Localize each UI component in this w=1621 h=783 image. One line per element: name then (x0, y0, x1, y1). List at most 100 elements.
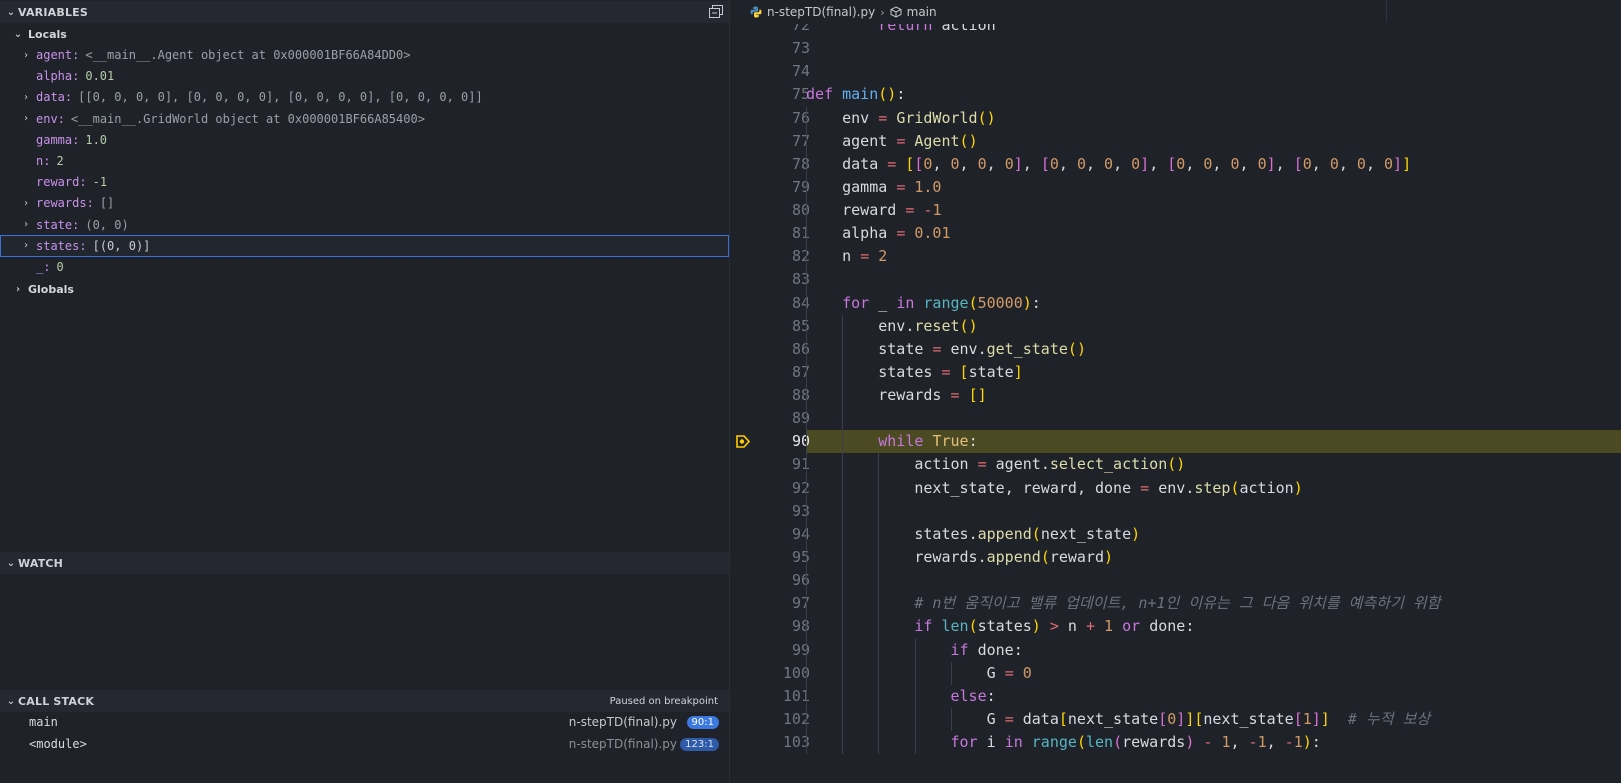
line-number: 75 (791, 85, 810, 104)
code-line-97[interactable]: 97 # n번 움직이고 밸류 업데이트, n+1인 이유는 그 다음 위치를 … (730, 592, 1621, 615)
code-line-91[interactable]: 91 action = agent.select_action() (730, 453, 1621, 476)
line-number: 94 (791, 524, 810, 543)
breadcrumb-file[interactable]: n-stepTD(final).py (767, 5, 875, 19)
chevron-right-icon: › (22, 91, 30, 103)
variable-row-gamma[interactable]: gamma:1.0 (0, 129, 729, 151)
chevron-down-icon: ⌄ (6, 6, 16, 18)
line-number: 95 (791, 547, 810, 566)
variable-row-reward[interactable]: reward: -1 (0, 171, 729, 193)
variable-row-n[interactable]: n:2 (0, 150, 729, 172)
scope-locals[interactable]: ⌄ Locals (0, 23, 729, 45)
code-line-96[interactable]: 96 (730, 569, 1621, 592)
colon: : (43, 260, 51, 274)
code-line-95[interactable]: 95 rewards.append(reward) (730, 546, 1621, 569)
line-number: 86 (791, 339, 810, 358)
variable-row-underscore[interactable]: _:0 (0, 256, 729, 278)
code-line-84[interactable]: 84 for _ in range(50000): (730, 292, 1621, 315)
variable-row-states[interactable]: › states: [(0, 0)] (0, 234, 729, 257)
variable-row-env[interactable]: › env: <__main__.GridWorld object at 0x000… (0, 108, 729, 130)
code-line-86[interactable]: 86 state = env.get_state() (730, 338, 1621, 361)
line-number: 84 (791, 293, 810, 312)
line-number: 87 (791, 362, 810, 381)
line-number: 79 (791, 177, 810, 196)
call-stack-frame-main[interactable]: main n-stepTD(final).py 90:1 (0, 711, 729, 733)
code-line-101[interactable]: 101 else: (730, 685, 1621, 708)
indent-guide (842, 314, 844, 755)
colon: : (79, 175, 87, 190)
code-line-80[interactable]: 80 reward = -1 (730, 199, 1621, 222)
variable-row-rewards[interactable]: › rewards: [] (0, 192, 729, 214)
frame-name: main (29, 715, 58, 729)
code-line-89[interactable]: 89 (730, 407, 1621, 430)
frame-name: <module> (29, 737, 87, 751)
variables-title: VARIABLES (18, 5, 88, 19)
code-line-81[interactable]: 81 alpha = 0.01 (730, 222, 1621, 245)
line-number: 100 (782, 663, 810, 682)
code-text: else: (950, 686, 996, 705)
variable-row-alpha[interactable]: alpha:0.01 (0, 65, 729, 87)
code-text: env = GridWorld() (842, 108, 996, 127)
line-number: 73 (791, 39, 810, 58)
code-line-77[interactable]: 77 agent = Agent() (730, 130, 1621, 153)
code-text: next_state, reward, done = env.step(acti… (914, 478, 1303, 497)
indent-guide (914, 638, 916, 755)
code-line-90[interactable]: 90 while True: (730, 430, 1621, 454)
code-line-78[interactable]: 78 data = [[0, 0, 0, 0], [0, 0, 0, 0], [… (730, 153, 1621, 176)
line-number: 92 (791, 478, 810, 497)
scope-label: Locals (28, 27, 67, 41)
code-line-79[interactable]: 79 gamma = 1.0 (730, 176, 1621, 199)
breadcrumb-symbol[interactable]: main (907, 5, 937, 19)
variables-section-header[interactable]: ⌄ VARIABLES (0, 1, 729, 23)
chevron-right-icon: › (22, 219, 30, 231)
code-line-76[interactable]: 76 env = GridWorld() (730, 107, 1621, 130)
call-stack-frame-module[interactable]: <module> n-stepTD(final).py 123:1 (0, 733, 729, 755)
code-line-103[interactable]: 103 for i in range(len(rewards) - 1, -1,… (730, 731, 1621, 754)
code-line-87[interactable]: 87 states = [state] (730, 361, 1621, 384)
code-text: states = [state] (878, 362, 1023, 381)
code-line-99[interactable]: 99 if done: (730, 639, 1621, 662)
colon: : (72, 217, 80, 232)
code-line-74[interactable]: 74 (730, 60, 1621, 83)
code-line-73[interactable]: 73 (730, 37, 1621, 60)
variable-row-state[interactable]: › state: (0, 0) (0, 214, 729, 236)
code-line-83[interactable]: 83 (730, 268, 1621, 291)
call-stack-section-header[interactable]: ⌄ CALL STACK Paused on breakpoint (0, 690, 729, 712)
code-line-93[interactable]: 93 (730, 500, 1621, 523)
code-line-98[interactable]: 98 if len(states) > n + 1 or done: (730, 615, 1621, 638)
code-line-88[interactable]: 88 rewards = [] (730, 384, 1621, 407)
code-line-100[interactable]: 100 G = 0 (730, 662, 1621, 685)
variable-row-agent[interactable]: › agent: <__main__.Agent object at 0x00000… (0, 44, 729, 66)
watch-title: WATCH (18, 556, 64, 570)
chevron-down-icon: ⌄ (6, 695, 16, 707)
code-text: action = agent.select_action() (914, 455, 1186, 474)
line-number: 88 (791, 386, 810, 405)
variable-name: agent (36, 48, 73, 62)
collapse-all-icon[interactable] (709, 5, 723, 18)
code-line-82[interactable]: 82 n = 2 (730, 245, 1621, 268)
code-line-85[interactable]: 85 env.reset() (730, 315, 1621, 338)
code-line-94[interactable]: 94 states.append(next_state) (730, 523, 1621, 546)
line-number: 80 (791, 201, 810, 220)
line-number: 93 (791, 501, 810, 520)
code-area[interactable]: 72 return action 73 74 75 def main(): 76 env … (730, 0, 1621, 783)
editor-divider (1386, 0, 1387, 22)
code-text: def main(): (806, 85, 906, 104)
variable-value: [(0, 0)] (92, 238, 151, 253)
variable-name: gamma (36, 132, 73, 147)
chevron-right-icon: › (22, 49, 30, 61)
line-number: 90 (791, 432, 810, 451)
watch-section-header[interactable]: ⌄ WATCH (0, 552, 729, 574)
scope-globals[interactable]: › Globals (0, 278, 729, 300)
variable-name: state (36, 217, 73, 232)
variable-name: data (36, 90, 65, 105)
line-number: 82 (791, 247, 810, 266)
code-text: if len(states) > n + 1 or done: (914, 617, 1195, 636)
code-line-92[interactable]: 92 next_state, reward, done = env.step(a… (730, 477, 1621, 500)
code-editor[interactable]: 72 return action 73 74 75 def main(): 76 env … (730, 0, 1621, 783)
code-line-102[interactable]: 102 G = data[next_state[0]][next_state[1… (730, 708, 1621, 731)
line-number: 89 (791, 409, 810, 428)
code-text: while True: (878, 432, 978, 451)
variable-value: <__main__.GridWorld object at 0x000001BF… (70, 111, 425, 126)
variable-row-data[interactable]: › data: [[0, 0, 0, 0], [0, 0, 0, 0], [0, 0… (0, 86, 729, 108)
code-line-75[interactable]: 75 def main(): (730, 83, 1621, 106)
